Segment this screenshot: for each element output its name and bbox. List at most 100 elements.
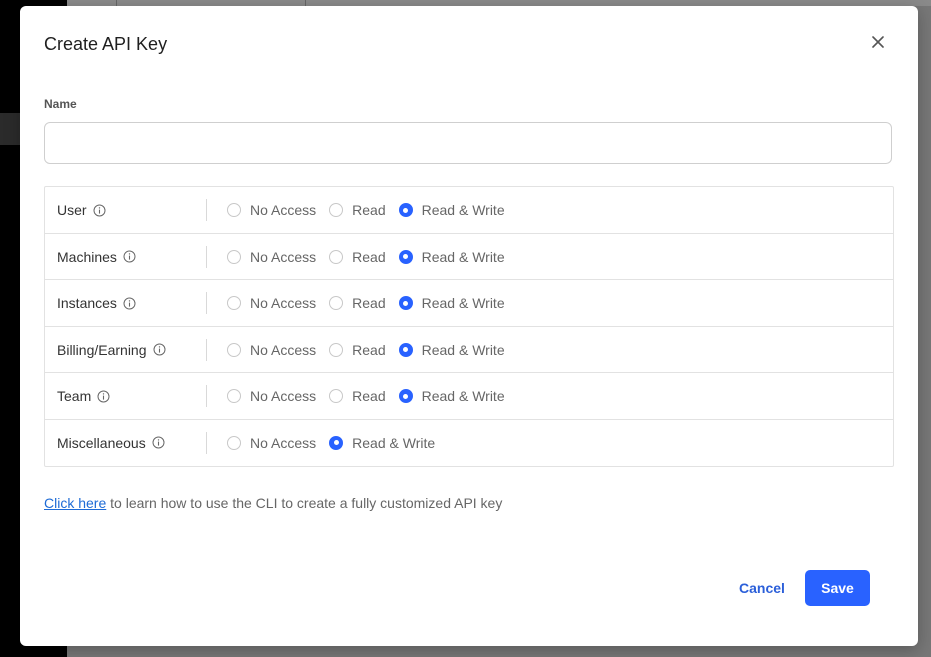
create-api-key-modal: Create API Key Name User No Access Read Rea… — [20, 6, 918, 646]
permission-row-team: Team No Access Read Read & Write — [45, 373, 893, 420]
radio-option-read[interactable]: Read — [329, 202, 386, 218]
row-divider — [206, 292, 207, 314]
radio-option-read-write[interactable]: Read & Write — [398, 388, 505, 404]
permission-label: Machines — [57, 249, 136, 265]
radio-option-read[interactable]: Read — [329, 341, 386, 358]
help-link[interactable]: Click here — [44, 495, 106, 511]
radio-label: Read — [352, 248, 386, 265]
radio-group: No Access Read Read & Write — [227, 373, 518, 419]
radio-group: No Access Read Read & Write — [227, 280, 518, 326]
help-description: to learn how to use the CLI to create a … — [106, 495, 503, 511]
info-icon[interactable] — [97, 390, 110, 403]
radio-button[interactable] — [398, 296, 413, 310]
radio-button[interactable] — [398, 342, 413, 357]
info-icon[interactable] — [123, 250, 136, 263]
permission-row-billing-earning: Billing/Earning No Access Read Read & Write — [45, 327, 893, 373]
radio-option-read-write[interactable]: Read & Write — [398, 295, 505, 311]
radio-button[interactable] — [329, 203, 344, 217]
permission-label: Miscellaneous — [57, 435, 165, 451]
radio-button[interactable] — [227, 249, 241, 264]
permission-label-text: User — [57, 202, 87, 218]
radio-label: Read — [352, 202, 386, 218]
row-divider — [206, 199, 207, 221]
radio-button[interactable] — [227, 435, 241, 450]
radio-button[interactable] — [329, 296, 344, 310]
radio-option-read-write[interactable]: Read & Write — [398, 248, 505, 265]
close-button[interactable] — [868, 32, 888, 52]
row-divider — [206, 385, 207, 407]
radio-label: No Access — [250, 341, 317, 358]
cancel-button[interactable]: Cancel — [734, 570, 790, 606]
info-icon[interactable] — [93, 204, 106, 217]
radio-group: No Access Read Read & Write — [227, 187, 518, 233]
radio-option-read-write[interactable]: Read & Write — [398, 202, 505, 218]
radio-option-read-write[interactable]: Read & Write — [398, 341, 505, 358]
permission-label-text: Team — [57, 388, 92, 404]
info-icon[interactable] — [153, 343, 166, 356]
radio-button[interactable] — [329, 342, 344, 357]
radio-button[interactable] — [227, 342, 241, 357]
permission-label: Billing/Earning — [57, 342, 166, 358]
permission-row-instances: Instances No Access Read Read & Write — [45, 280, 893, 327]
row-divider — [206, 431, 207, 454]
permission-label-text: Billing/Earning — [57, 341, 147, 358]
radio-label: Read — [352, 388, 386, 404]
save-button[interactable]: Save — [805, 570, 870, 606]
radio-label: Read — [352, 341, 386, 358]
radio-button[interactable] — [227, 389, 241, 403]
radio-label: Read & Write — [421, 341, 505, 358]
radio-label: No Access — [250, 248, 317, 265]
permission-label: Team — [57, 388, 110, 404]
radio-label: Read & Write — [421, 388, 505, 404]
row-divider — [206, 245, 207, 268]
radio-button[interactable] — [398, 389, 413, 403]
radio-group: No Access Read Read & Write — [227, 327, 518, 373]
radio-button[interactable] — [398, 203, 413, 217]
radio-option-no-access[interactable]: No Access — [227, 435, 316, 451]
radio-label: Read & Write — [352, 434, 436, 451]
help-text: Click here to learn how to use the CLI t… — [44, 495, 502, 511]
radio-label: Read — [352, 295, 386, 311]
permission-row-user: User No Access Read Read & Write — [45, 187, 893, 234]
modal-title: Create API Key — [44, 34, 168, 54]
radio-option-no-access[interactable]: No Access — [227, 342, 316, 358]
permission-row-machines: Machines No Access Read Read & Write — [45, 234, 893, 280]
radio-button[interactable] — [329, 435, 344, 450]
radio-label: Read & Write — [421, 295, 505, 311]
radio-label: No Access — [250, 295, 317, 311]
background-nav-item — [0, 113, 20, 145]
radio-group: No Access Read & Write — [227, 420, 448, 466]
radio-option-read[interactable]: Read — [329, 248, 386, 265]
radio-button[interactable] — [227, 296, 241, 310]
radio-option-no-access[interactable]: No Access — [227, 249, 316, 265]
radio-group: No Access Read Read & Write — [227, 234, 518, 280]
radio-option-no-access[interactable]: No Access — [227, 295, 316, 311]
radio-button[interactable] — [227, 203, 241, 217]
radio-button[interactable] — [329, 249, 344, 264]
radio-label: No Access — [250, 202, 317, 218]
radio-option-no-access[interactable]: No Access — [227, 202, 316, 218]
radio-option-read[interactable]: Read — [329, 295, 386, 311]
row-divider — [206, 338, 207, 361]
permission-label: User — [57, 202, 106, 218]
permission-label: Instances — [57, 295, 136, 311]
permission-label-text: Miscellaneous — [57, 434, 146, 451]
radio-label: No Access — [250, 388, 317, 404]
info-icon[interactable] — [152, 436, 165, 449]
radio-label: No Access — [250, 434, 317, 451]
info-icon[interactable] — [123, 297, 136, 310]
radio-button[interactable] — [398, 249, 413, 264]
radio-label: Read & Write — [421, 248, 505, 265]
radio-label: Read & Write — [421, 202, 505, 218]
permission-label-text: Machines — [57, 248, 117, 265]
radio-option-read-write[interactable]: Read & Write — [329, 435, 435, 451]
permissions-table: User No Access Read Read & Write Machines No … — [44, 186, 894, 467]
permission-label-text: Instances — [57, 295, 117, 311]
permission-row-miscellaneous: Miscellaneous No Access Read & Write — [45, 420, 893, 467]
close-icon — [872, 36, 884, 48]
radio-option-no-access[interactable]: No Access — [227, 388, 316, 404]
radio-option-read[interactable]: Read — [329, 388, 386, 404]
name-input[interactable] — [44, 122, 892, 164]
radio-button[interactable] — [329, 389, 344, 403]
name-field-label: Name — [44, 97, 77, 111]
